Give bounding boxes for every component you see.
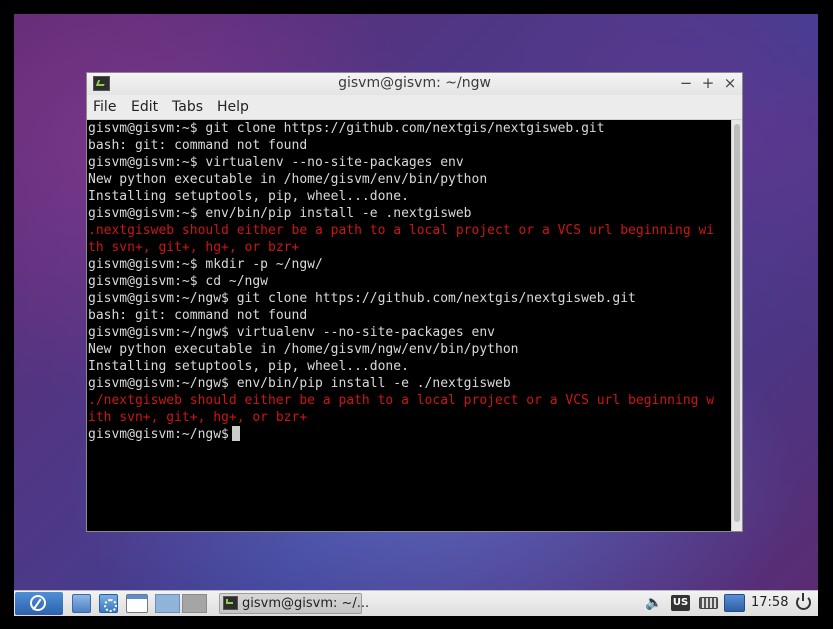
- task-label: gisvm@gisvm: ~/...: [242, 596, 370, 611]
- show-desktop-icon[interactable]: [126, 594, 148, 613]
- workspace-1[interactable]: [155, 594, 180, 613]
- terminal-error-line: th svn+, git+, hg+, or bzr+: [88, 240, 300, 255]
- terminal-line: gisvm@gisvm:~$ mkdir -p ~/ngw/: [88, 257, 323, 272]
- terminal-line: New python executable in /home/gisvm/env…: [88, 172, 488, 187]
- terminal-line: bash: git: command not found: [88, 308, 308, 323]
- terminal-line: gisvm@gisvm:~$ cd ~/ngw: [88, 274, 269, 289]
- workspace-2[interactable]: [182, 594, 207, 613]
- maximize-button[interactable]: +: [699, 74, 717, 92]
- taskbar-terminal-task[interactable]: gisvm@gisvm: ~/...: [219, 593, 369, 614]
- terminal-line: New python executable in /home/gisvm/ngw…: [88, 342, 519, 357]
- keyboard-layout-indicator[interactable]: US: [671, 595, 690, 611]
- close-button[interactable]: ×: [721, 74, 739, 92]
- terminal-error-line: ./nextgisweb should either be a path to …: [88, 393, 715, 408]
- terminal-line: gisvm@gisvm:~/ngw$ virtualenv --no-site-…: [88, 325, 495, 340]
- terminal-output[interactable]: gisvm@gisvm:~$ git clone https://github.…: [87, 120, 732, 531]
- app-launcher-icon[interactable]: [99, 594, 118, 613]
- file-manager-icon[interactable]: [72, 594, 91, 613]
- terminal-scrollbar[interactable]: [731, 120, 742, 531]
- terminal-line: gisvm@gisvm:~/ngw$ env/bin/pip install -…: [88, 376, 511, 391]
- terminal-prompt-line: gisvm@gisvm:~/ngw$: [87, 426, 732, 443]
- terminal-line: Installing setuptools, pip, wheel...done…: [88, 359, 409, 374]
- window-titlebar[interactable]: gisvm@gisvm: ~/ngw − + ×: [87, 73, 742, 95]
- terminal-line: gisvm@gisvm:~$ env/bin/pip install -e .n…: [88, 206, 472, 221]
- network-icon[interactable]: [724, 594, 745, 612]
- window-title: gisvm@gisvm: ~/ngw: [338, 75, 491, 91]
- terminal-error-line: ith svn+, git+, hg+, or bzr+: [88, 410, 308, 425]
- minimize-button[interactable]: −: [677, 74, 695, 92]
- terminal-prompt: gisvm@gisvm:~/ngw$: [88, 427, 229, 442]
- keyboard-icon[interactable]: [699, 597, 718, 609]
- scrollbar-thumb[interactable]: [734, 124, 740, 522]
- menu-bar: File Edit Tabs Help: [87, 95, 742, 120]
- power-icon[interactable]: [796, 593, 811, 610]
- terminal-line: gisvm@gisvm:~/ngw$ git clone https://git…: [88, 291, 636, 306]
- start-menu-button[interactable]: [15, 592, 63, 615]
- terminal-line: gisvm@gisvm:~$ git clone https://github.…: [88, 121, 605, 136]
- terminal-line: bash: git: command not found: [88, 138, 308, 153]
- terminal-window: gisvm@gisvm: ~/ngw − + × File Edit Tabs …: [86, 72, 743, 532]
- text-cursor: [231, 426, 240, 441]
- menu-file[interactable]: File: [93, 99, 116, 115]
- menu-edit[interactable]: Edit: [131, 99, 158, 115]
- terminal-error-line: .nextgisweb should either be a path to a…: [88, 223, 715, 238]
- terminal-line: gisvm@gisvm:~$ virtualenv --no-site-pack…: [88, 155, 464, 170]
- terminal-line: Installing setuptools, pip, wheel...done…: [88, 189, 409, 204]
- taskbar: gisvm@gisvm: ~/... 🔈 US 17:58: [14, 590, 818, 616]
- menu-help[interactable]: Help: [217, 99, 249, 115]
- terminal-icon: [223, 596, 238, 610]
- volume-icon[interactable]: 🔈: [645, 595, 662, 611]
- menu-tabs[interactable]: Tabs: [172, 99, 203, 115]
- clock[interactable]: 17:58: [751, 595, 788, 610]
